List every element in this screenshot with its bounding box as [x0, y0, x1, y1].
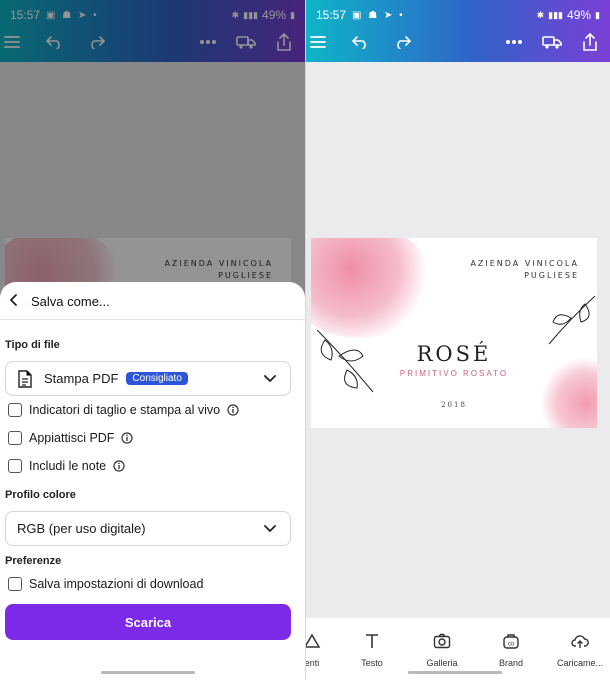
brand-line1: AZIENDA VINICOLA	[470, 259, 579, 268]
save-settings-option[interactable]: Salva impostazioni di download	[8, 575, 203, 593]
save-settings-checkbox[interactable]	[8, 577, 22, 591]
notification-icons: ▣ ☗ ➤ •	[352, 9, 405, 21]
menu-icon[interactable]	[306, 30, 330, 54]
file-type-value: Stampa PDF	[44, 371, 119, 386]
chevron-down-icon	[264, 375, 276, 383]
nav-uploads[interactable]: Caricame...	[550, 632, 610, 668]
status-time: 15:57	[316, 8, 347, 22]
status-bar: 15:57 ▣ ☗ ➤ • ✱ ▮▮▮ 49% ▮	[316, 7, 600, 23]
preferences-label: Preferenze	[5, 555, 62, 567]
upload-cloud-icon	[571, 635, 589, 648]
signal-icon: ▮▮▮	[548, 9, 564, 20]
more-icon[interactable]	[502, 30, 526, 54]
home-indicator	[408, 671, 502, 674]
color-profile-value: RGB (per uso digitale)	[17, 521, 146, 536]
file-type-select[interactable]: Stampa PDF Consigliato	[5, 361, 291, 396]
flatten-pdf-checkbox[interactable]	[8, 431, 22, 445]
nav-elements[interactable]: enti	[305, 632, 342, 668]
flatten-pdf-label: Appiattisci PDF	[29, 431, 115, 445]
info-icon[interactable]	[227, 404, 239, 416]
file-type-label: Tipo di file	[5, 339, 60, 351]
undo-icon[interactable]	[349, 30, 373, 54]
bluetooth-icon: ✱	[536, 9, 545, 20]
camera-icon	[433, 633, 451, 649]
sheet-header: Salva come...	[0, 282, 305, 320]
color-profile-select[interactable]: RGB (per uso digitale)	[5, 511, 291, 546]
back-arrow-icon[interactable]	[6, 292, 22, 308]
color-profile-label: Profilo colore	[5, 489, 76, 501]
system-icons: ✱ ▮▮▮ 49% ▮	[537, 8, 600, 22]
leaf-drawing	[548, 295, 596, 345]
include-notes-label: Includi le note	[29, 459, 107, 473]
crop-marks-label: Indicatori di taglio e stampa al vivo	[29, 403, 221, 417]
chevron-down-icon	[264, 525, 276, 533]
wine-name: ROSÉ	[416, 342, 492, 366]
design-card[interactable]: AZIENDA VINICOLA PUGLIESE ROSÉ PRIMITIVO…	[311, 238, 597, 428]
battery-icon: ▮	[595, 9, 600, 20]
right-phone-screen: 15:57 ▣ ☗ ➤ • ✱ ▮▮▮ 49% ▮ AZIENDA VINICO…	[305, 0, 610, 680]
nav-elements-label: enti	[305, 658, 320, 668]
nav-brand-label: Brand	[498, 658, 524, 668]
crop-marks-option[interactable]: Indicatori di taglio e stampa al vivo	[8, 401, 239, 419]
nav-gallery-label: Galleria	[426, 658, 458, 668]
document-icon	[18, 369, 32, 388]
recommended-badge: Consigliato	[126, 372, 188, 385]
nav-text[interactable]: Testo	[342, 632, 402, 668]
text-icon	[366, 634, 378, 648]
wine-subtitle: PRIMITIVO ROSATO	[399, 369, 509, 378]
sheet-title: Salva come...	[31, 294, 110, 309]
top-toolbar: 15:57 ▣ ☗ ➤ • ✱ ▮▮▮ 49% ▮	[306, 0, 610, 62]
home-indicator	[101, 671, 195, 674]
nav-uploads-label: Caricame...	[556, 658, 603, 668]
save-as-sheet: Salva come... Tipo di file Stampa PDF Co…	[0, 282, 305, 680]
left-phone-screen: 15:57 ▣ ☗ ➤ • ✱ ▮▮▮ 49% ▮ AZIENDA VINICO…	[0, 0, 305, 680]
info-icon[interactable]	[113, 460, 125, 472]
nav-text-label: Testo	[361, 658, 383, 668]
brand-icon: co	[503, 634, 519, 649]
elements-icon	[306, 633, 321, 648]
nav-brand[interactable]: co Brand	[481, 632, 541, 668]
include-notes-checkbox[interactable]	[8, 459, 22, 473]
share-icon[interactable]	[578, 30, 602, 54]
save-settings-label: Salva impostazioni di download	[29, 577, 204, 591]
wine-year: 2018	[441, 401, 467, 409]
crop-marks-checkbox[interactable]	[8, 403, 22, 417]
download-button[interactable]: Scarica	[5, 604, 291, 640]
flatten-pdf-option[interactable]: Appiattisci PDF	[8, 429, 134, 447]
info-icon[interactable]	[121, 432, 134, 444]
nav-gallery[interactable]: Galleria	[412, 632, 472, 668]
brand-line2: PUGLIESE	[524, 271, 579, 280]
include-notes-option[interactable]: Includi le note	[8, 457, 125, 475]
redo-icon[interactable]	[390, 30, 414, 54]
print-delivery-icon[interactable]	[540, 30, 564, 54]
brand-text: AZIENDA VINICOLA PUGLIESE	[470, 258, 579, 282]
svg-text:co: co	[508, 642, 515, 648]
battery-level: 49%	[567, 8, 592, 22]
watercolor-splash	[311, 238, 431, 338]
